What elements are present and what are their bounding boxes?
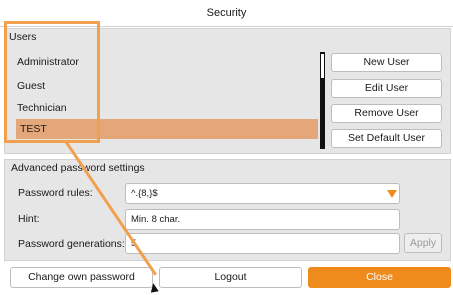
hint-label: Hint: — [18, 213, 40, 225]
change-own-password-button[interactable]: Change own password — [10, 267, 153, 288]
user-list-item-test[interactable]: TEST — [16, 119, 318, 139]
close-button[interactable]: Close — [308, 267, 451, 288]
user-list-item-technician[interactable]: Technician — [13, 98, 321, 118]
apply-button[interactable]: Apply — [404, 233, 442, 253]
password-rules-select[interactable]: ^.{8,}$ — [125, 183, 400, 204]
user-list-item-administrator[interactable]: Administrator — [13, 52, 321, 72]
hint-input[interactable]: Min. 8 char. — [125, 209, 400, 230]
password-rules-label: Password rules: — [18, 187, 93, 199]
set-default-user-button[interactable]: Set Default User — [331, 129, 442, 148]
chevron-down-icon[interactable] — [387, 190, 397, 198]
edit-user-button[interactable]: Edit User — [331, 79, 442, 98]
window-title: Security — [0, 0, 453, 27]
remove-user-button[interactable]: Remove User — [331, 104, 442, 123]
mouse-cursor-icon — [149, 282, 159, 293]
new-user-button[interactable]: New User — [331, 53, 442, 72]
user-list-scrollbar-thumb[interactable] — [321, 54, 324, 78]
logout-button[interactable]: Logout — [159, 267, 302, 288]
password-generations-input[interactable]: 5 — [125, 233, 400, 254]
users-section-label: Users — [9, 31, 37, 43]
user-list-item-guest[interactable]: Guest — [13, 76, 321, 96]
password-generations-label: Password generations: — [18, 238, 125, 250]
password-rules-value: ^.{8,}$ — [131, 188, 158, 199]
advanced-section-label: Advanced password settings — [11, 162, 145, 174]
